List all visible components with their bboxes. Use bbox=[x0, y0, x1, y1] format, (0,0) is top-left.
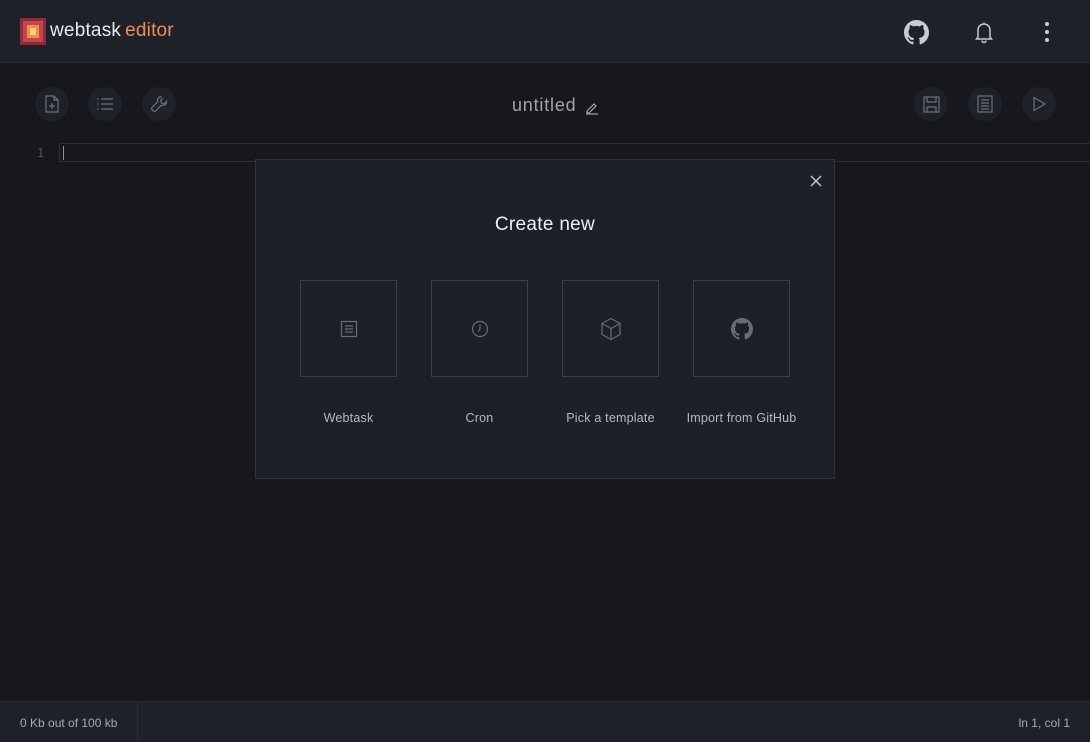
bell-icon[interactable] bbox=[971, 18, 997, 46]
clock-icon bbox=[471, 320, 488, 337]
pencil-icon[interactable] bbox=[585, 101, 599, 115]
wrench-icon bbox=[150, 95, 168, 113]
settings-button[interactable] bbox=[142, 87, 176, 121]
document-icon bbox=[977, 95, 993, 113]
brand-sub: editor bbox=[125, 20, 174, 41]
github-icon[interactable] bbox=[903, 18, 929, 46]
status-divider bbox=[137, 702, 138, 742]
cube-icon bbox=[600, 317, 621, 340]
option-github[interactable]: Import from GitHub bbox=[687, 280, 796, 425]
new-file-button[interactable] bbox=[35, 87, 69, 121]
close-icon[interactable] bbox=[809, 174, 823, 188]
cursor-position: ln 1, col 1 bbox=[1018, 716, 1070, 730]
more-vertical-icon[interactable] bbox=[1034, 18, 1060, 46]
webtask-logo-icon bbox=[20, 18, 46, 45]
document-icon bbox=[340, 320, 357, 337]
github-icon bbox=[730, 317, 753, 339]
option-github-label: Import from GitHub bbox=[686, 411, 797, 425]
save-button[interactable] bbox=[914, 87, 948, 121]
logs-button[interactable] bbox=[968, 87, 1002, 121]
option-template[interactable]: Pick a template bbox=[562, 280, 659, 425]
play-icon bbox=[1033, 96, 1046, 112]
status-bar: 0 Kb out of 100 kb ln 1, col 1 bbox=[0, 701, 1090, 742]
option-github-tile[interactable] bbox=[693, 280, 790, 377]
modal-title: Create new bbox=[494, 214, 596, 235]
top-bar: webtask editor bbox=[0, 0, 1090, 63]
storage-usage: 0 Kb out of 100 kb bbox=[20, 716, 118, 730]
option-template-tile[interactable] bbox=[562, 280, 659, 377]
option-webtask[interactable]: Webtask bbox=[300, 280, 397, 425]
option-cron[interactable]: Cron bbox=[431, 280, 528, 425]
option-webtask-tile[interactable] bbox=[300, 280, 397, 377]
list-button[interactable] bbox=[88, 87, 122, 121]
create-new-modal: Create new Webtask Cron Pick a template bbox=[255, 159, 835, 479]
list-icon bbox=[97, 98, 113, 110]
new-file-icon bbox=[45, 95, 59, 113]
brand-main: webtask bbox=[50, 20, 122, 41]
text-cursor bbox=[63, 146, 64, 160]
line-number: 1 bbox=[37, 146, 45, 160]
file-title[interactable]: untitled bbox=[512, 95, 576, 116]
run-button[interactable] bbox=[1022, 87, 1056, 121]
file-title-area: untitled bbox=[512, 95, 599, 116]
option-cron-tile[interactable] bbox=[431, 280, 528, 377]
brand-title: webtask editor bbox=[50, 20, 174, 42]
save-icon bbox=[922, 95, 940, 113]
